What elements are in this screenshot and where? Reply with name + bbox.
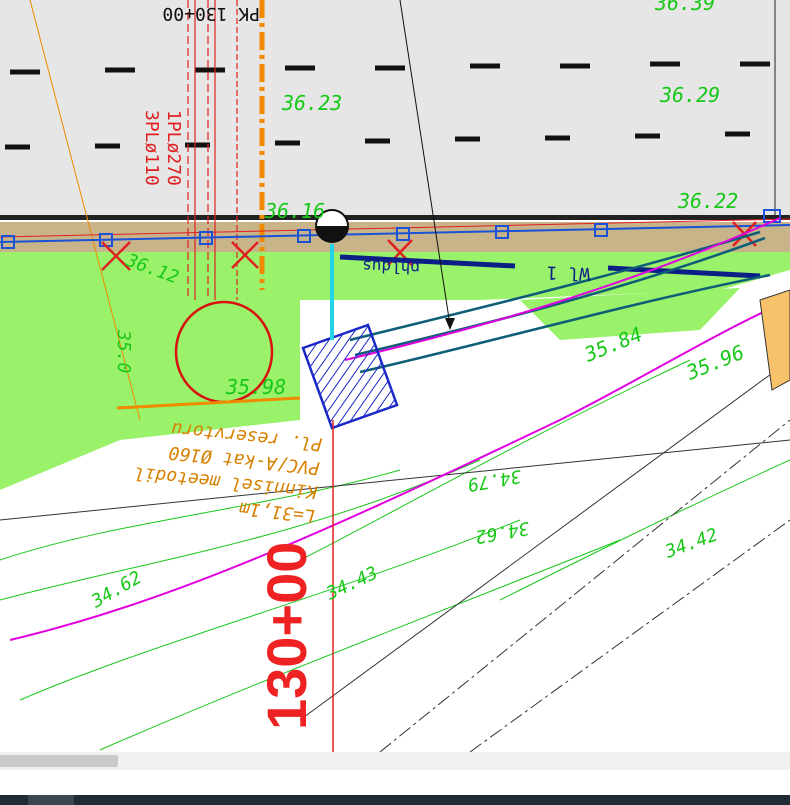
cad-drawing: 36.39 36.23 36.29 36.16 36.22 35.98 35.8… (0, 0, 790, 752)
elevation-label: 35.0 (113, 329, 134, 373)
elevation-label: 34.79 (466, 465, 524, 495)
elevation-label: 34.42 (662, 524, 721, 563)
launch-pit (301, 323, 399, 430)
taskbar-button[interactable] (28, 795, 74, 805)
elevation-label: 36.16 (264, 199, 325, 223)
arrow-head (445, 318, 455, 330)
elevation-label: 35.96 (682, 340, 748, 385)
utility-label: Wl 1 (546, 261, 590, 284)
elevation-label: 35.98 (225, 375, 286, 399)
taskbar (0, 795, 790, 805)
elevation-label: 36.22 (677, 189, 738, 213)
scrollbar-thumb[interactable] (0, 755, 118, 767)
station-label-mirrored: PK 130+00 (162, 3, 260, 24)
utility-label: phldus (362, 257, 420, 278)
pipe-label: 1PLø270 (163, 110, 184, 186)
station-label: 130+00 (255, 542, 318, 730)
elevation-label: 36.29 (659, 83, 720, 107)
horizontal-scrollbar[interactable] (0, 752, 790, 770)
cad-drawing-canvas[interactable]: 36.39 36.23 36.29 36.16 36.22 35.98 35.8… (0, 0, 790, 752)
road-surface (0, 0, 790, 215)
orange-box (759, 289, 790, 391)
elevation-label: 34.62 (87, 567, 145, 613)
elevation-label: 36.39 (654, 0, 715, 15)
pipe-label: 3PLø110 (141, 110, 162, 186)
road-edge (0, 215, 790, 220)
elevation-label: 34.43 (322, 563, 381, 605)
elevation-label: 34.62 (474, 517, 532, 547)
elevation-label: 36.23 (281, 91, 342, 115)
status-area (0, 770, 790, 795)
